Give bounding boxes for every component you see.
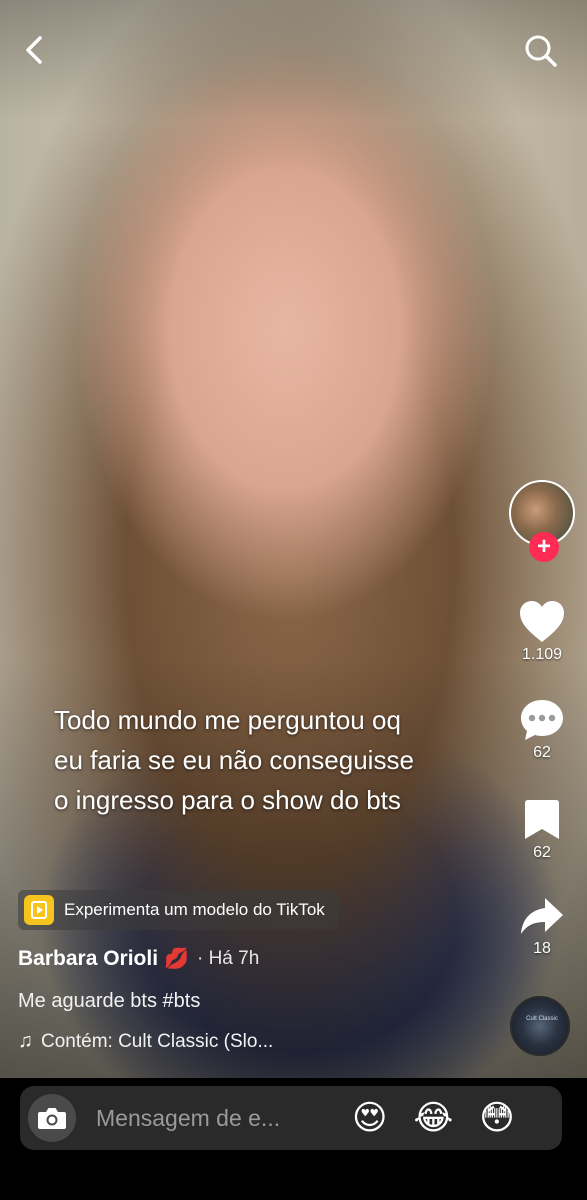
video-description[interactable]: Me aguarde bts #bts (18, 990, 200, 1013)
author-row: Barbara Orioli 💋 · Há 7h (18, 946, 259, 971)
music-note-icon: ♫ (18, 1030, 33, 1052)
music-disc[interactable]: Cult Classic (510, 996, 570, 1056)
save-button[interactable]: 62 (505, 798, 579, 862)
template-label: Experimenta um modelo do TikTok (64, 900, 325, 919)
heart-eyes-emoji-button[interactable]: 😍 (352, 1101, 387, 1135)
save-count: 62 (533, 844, 551, 861)
flushed-emoji-button[interactable]: 😳 (479, 1101, 514, 1135)
like-button[interactable]: 1.109 (505, 600, 579, 664)
music-label: Contém: Cult Classic (Slo... (41, 1030, 274, 1052)
like-count: 1.109 (521, 646, 563, 663)
creator-avatar-wrap[interactable]: + (509, 480, 575, 566)
heart-icon (520, 601, 564, 642)
share-arrow-icon (521, 898, 563, 934)
top-shade (0, 0, 587, 120)
author-name[interactable]: Barbara Orioli (18, 947, 158, 971)
caption-line: Todo mundo me perguntou oq (54, 705, 401, 735)
search-icon (525, 35, 557, 67)
follow-button[interactable]: + (529, 532, 559, 562)
template-pill[interactable]: Experimenta um modelo do TikTok (18, 890, 339, 930)
video-caption: Todo mundo me perguntou oq eu faria se e… (40, 700, 510, 820)
post-time: · Há 7h (196, 947, 260, 969)
comment-button[interactable]: 62 (505, 698, 579, 762)
camera-icon (38, 1108, 66, 1129)
kiss-emoji: 💋 (164, 948, 189, 970)
camera-button[interactable] (28, 1094, 76, 1142)
music-row[interactable]: ♫ Contém: Cult Classic (Slo... (18, 1030, 273, 1053)
caption-line: eu faria se eu não conseguisse (54, 745, 414, 775)
share-button[interactable]: 18 (505, 896, 579, 958)
laughing-emoji-button[interactable]: 😂 (413, 1101, 453, 1135)
search-button[interactable] (522, 32, 560, 70)
chevron-left-icon (26, 36, 42, 64)
template-icon (24, 895, 54, 925)
disc-label: Cult Classic (526, 1016, 558, 1022)
back-button[interactable] (18, 32, 50, 68)
caption-line: o ingresso para o show do bts (54, 785, 401, 815)
share-count: 18 (533, 940, 551, 957)
comment-count: 62 (533, 744, 551, 761)
bottom-bar: 😍 😂 😳 (0, 1078, 587, 1200)
message-input[interactable] (96, 1104, 326, 1132)
comment-icon (521, 700, 563, 740)
message-bar: 😍 😂 😳 (20, 1086, 562, 1150)
bookmark-icon (525, 800, 559, 839)
